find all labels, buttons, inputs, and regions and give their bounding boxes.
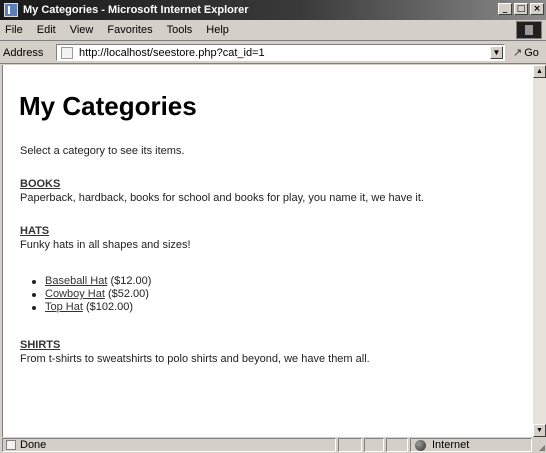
scroll-up-icon[interactable]: ▲ xyxy=(533,65,546,78)
ie-logo-icon xyxy=(4,3,18,17)
item-link-baseball-hat[interactable]: Baseball Hat xyxy=(45,275,107,287)
item-price: ($102.00) xyxy=(85,301,134,313)
list-item: Top Hat ($102.00) xyxy=(31,301,151,314)
menu-bar: File Edit View Favorites Tools Help xyxy=(0,20,546,41)
page-title: My Categories xyxy=(19,91,197,121)
list-item: Cowboy Hat ($52.00) xyxy=(31,288,151,301)
list-item: Baseball Hat ($12.00) xyxy=(31,275,152,288)
go-label: Go xyxy=(524,46,539,59)
item-price: ($52.00) xyxy=(107,288,149,300)
page-done-icon xyxy=(6,440,16,450)
status-pane xyxy=(386,438,408,452)
address-bar: Address http://localhost/seestore.php?ca… xyxy=(0,42,546,64)
maximize-button[interactable]: □ xyxy=(514,3,528,15)
minimize-button[interactable]: _ xyxy=(498,3,512,15)
address-input[interactable]: http://localhost/seestore.php?cat_id=1 ▼ xyxy=(56,44,505,61)
status-panel: Done xyxy=(2,438,336,452)
category-link-hats[interactable]: HATS xyxy=(20,225,49,237)
page-icon xyxy=(61,46,73,59)
item-price: ($12.00) xyxy=(110,275,152,287)
category-description-shirts: From t-shirts to sweatshirts to polo shi… xyxy=(20,353,370,365)
status-pane xyxy=(364,438,384,452)
category-link-books[interactable]: BOOKS xyxy=(20,178,60,190)
address-url[interactable]: http://localhost/seestore.php?cat_id=1 xyxy=(79,47,265,59)
menu-tools[interactable]: Tools xyxy=(160,24,200,36)
browser-window: My Categories - Microsoft Internet Explo… xyxy=(0,0,546,453)
zone-text: Internet xyxy=(432,439,470,451)
status-text: Done xyxy=(20,439,47,451)
intro-text: Select a category to see its items. xyxy=(20,145,185,157)
address-label: Address xyxy=(3,46,44,59)
category-description-books: Paperback, hardback, books for school an… xyxy=(20,192,424,204)
menu-edit[interactable]: Edit xyxy=(30,24,63,36)
zone-panel: Internet xyxy=(410,438,532,452)
menu-help[interactable]: Help xyxy=(199,24,236,36)
category-link-shirts[interactable]: SHIRTS xyxy=(20,339,60,351)
vertical-scrollbar[interactable]: ▲ ▼ xyxy=(533,65,546,437)
windows-logo-icon xyxy=(516,21,542,39)
chevron-down-icon[interactable]: ▼ xyxy=(490,46,503,59)
scroll-down-icon[interactable]: ▼ xyxy=(533,424,546,437)
menu-file[interactable]: File xyxy=(0,24,30,36)
page-content: My Categories Select a category to see i… xyxy=(2,65,533,437)
status-pane xyxy=(338,438,362,452)
item-link-top-hat[interactable]: Top Hat xyxy=(45,301,83,313)
item-list: Baseball Hat ($12.00) Cowboy Hat ($52.00… xyxy=(31,275,152,314)
title-bar: My Categories - Microsoft Internet Explo… xyxy=(0,0,546,20)
go-arrow-icon: ↗ xyxy=(513,47,523,59)
status-bar: Done Internet ◢ xyxy=(0,437,546,453)
category-description-hats: Funky hats in all shapes and sizes! xyxy=(20,239,191,251)
item-link-cowboy-hat[interactable]: Cowboy Hat xyxy=(45,288,105,300)
resize-grip-icon[interactable]: ◢ xyxy=(539,443,545,452)
go-button[interactable]: ↗ Go xyxy=(513,46,539,60)
close-button[interactable]: × xyxy=(530,3,544,15)
menu-favorites[interactable]: Favorites xyxy=(100,24,159,36)
menu-view[interactable]: View xyxy=(63,24,101,36)
globe-icon xyxy=(415,439,426,451)
window-controls: _ □ × xyxy=(498,3,544,15)
window-title: My Categories - Microsoft Internet Explo… xyxy=(23,4,249,16)
